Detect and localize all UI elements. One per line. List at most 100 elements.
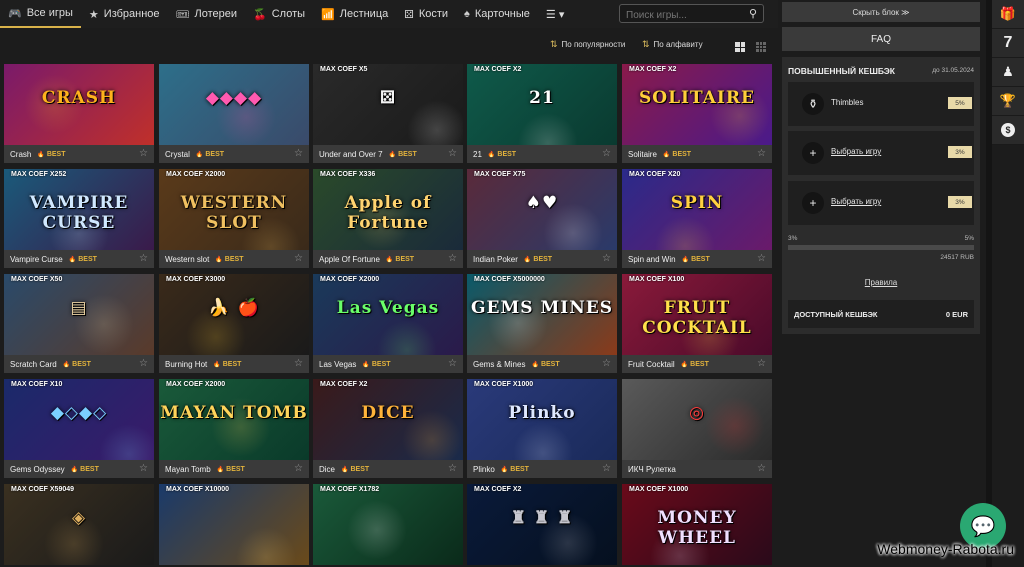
favorite-star-icon[interactable]: ☆ — [448, 148, 457, 159]
game-card[interactable]: VAMPIRE CURSE MAX COEF X252 Vampire Curse 🔥… — [4, 169, 154, 268]
search-input[interactable] — [620, 7, 738, 24]
search-box[interactable]: ⚲ — [619, 4, 764, 24]
favorite-star-icon[interactable]: ☆ — [757, 253, 766, 264]
nav-item-0[interactable]: 🎮 Все игры — [0, 0, 81, 28]
favorite-star-icon[interactable]: ☆ — [448, 358, 457, 369]
game-thumbnail[interactable]: DICE MAX COEF X2 — [313, 379, 463, 460]
favorite-star-icon[interactable]: ☆ — [294, 253, 303, 264]
game-thumbnail[interactable]: Apple of Fortune MAX COEF X336 — [313, 169, 463, 250]
favorite-star-icon[interactable]: ☆ — [602, 148, 611, 159]
game-thumbnail[interactable]: ♠♥ MAX COEF X75 — [467, 169, 617, 250]
favorite-star-icon[interactable]: ☆ — [294, 148, 303, 159]
game-card[interactable]: Apple of Fortune MAX COEF X336 Apple Of Fo… — [313, 169, 463, 268]
trophy-icon[interactable]: 🏆 — [992, 87, 1024, 116]
coin-icon[interactable]: $ — [992, 116, 1024, 145]
sort-popular[interactable]: ⇅ По популярности — [550, 39, 625, 50]
game-card[interactable]: ◆◇◆◇ MAX COEF X10 Gems Odyssey 🔥 BEST ☆ — [4, 379, 154, 478]
game-card[interactable]: ◆◆◆◆ Crystal 🔥 BEST ☆ — [159, 64, 309, 163]
favorite-star-icon[interactable]: ☆ — [602, 358, 611, 369]
rules-link[interactable]: Правила — [782, 278, 980, 287]
gift-icon[interactable]: 🎁 — [992, 0, 1024, 29]
plus-icon[interactable]: + — [802, 192, 824, 214]
cashback-game-row[interactable]: ⚱ Thimbles 5% — [788, 82, 974, 126]
game-thumbnail[interactable]: 🍌 🍎 MAX COEF X3000 — [159, 274, 309, 355]
game-thumbnail[interactable]: ◎ — [622, 379, 772, 460]
game-card[interactable]: ▤ MAX COEF X50 Scratch Card 🔥 BEST ☆ — [4, 274, 154, 373]
favorite-star-icon[interactable]: ☆ — [294, 358, 303, 369]
game-thumbnail[interactable]: ▤ MAX COEF X50 — [4, 274, 154, 355]
game-thumbnail[interactable]: ◆◇◆◇ MAX COEF X10 — [4, 379, 154, 460]
favorite-star-icon[interactable]: ☆ — [139, 253, 148, 264]
seven-icon[interactable]: 7 — [992, 29, 1024, 58]
game-thumbnail[interactable]: SOLITAIRE MAX COEF X2 — [622, 64, 772, 145]
choose-game-link[interactable]: Выбрать игру — [831, 197, 881, 206]
game-card[interactable]: MONEY WHEEL MAX COEF X1000 — [622, 484, 772, 567]
favorite-star-icon[interactable]: ☆ — [602, 463, 611, 474]
small-grid-view-icon[interactable] — [756, 42, 766, 52]
game-card[interactable]: Las Vegas MAX COEF X2000 Las Vegas 🔥 BEST ☆ — [313, 274, 463, 373]
game-card[interactable]: ♜ ♜ ♜ MAX COEF X2 — [467, 484, 617, 567]
favorite-star-icon[interactable]: ☆ — [448, 253, 457, 264]
favorite-star-icon[interactable]: ☆ — [139, 463, 148, 474]
game-card[interactable]: ♠♥ MAX COEF X75 Indian Poker 🔥 BEST ☆ — [467, 169, 617, 268]
game-thumbnail[interactable]: GEMS MINES MAX COEF X5000000 — [467, 274, 617, 355]
game-thumbnail[interactable]: ◆◆◆◆ — [159, 64, 309, 145]
thimbles-icon[interactable]: ⚱ — [802, 93, 824, 115]
cashback-game-row[interactable]: + Выбрать игру 3% — [788, 131, 974, 175]
faq-button[interactable]: FAQ — [782, 27, 980, 51]
favorite-star-icon[interactable]: ☆ — [757, 463, 766, 474]
game-card[interactable]: ⚄ MAX COEF X5 Under and Over 7 🔥 BEST ☆ — [313, 64, 463, 163]
nav-item-1[interactable]: ★ Избранное — [81, 0, 168, 28]
game-card[interactable]: SOLITAIRE MAX COEF X2 Solitaire 🔥 BEST ☆ — [622, 64, 772, 163]
search-icon[interactable]: ⚲ — [749, 7, 757, 20]
game-thumbnail[interactable]: SPIN MAX COEF X20 — [622, 169, 772, 250]
game-card[interactable]: Plinko MAX COEF X1000 Plinko 🔥 BEST ☆ — [467, 379, 617, 478]
favorite-star-icon[interactable]: ☆ — [139, 148, 148, 159]
game-card[interactable]: SPIN MAX COEF X20 Spin and Win 🔥 BEST ☆ — [622, 169, 772, 268]
chess-pawn-icon[interactable]: ♟ — [992, 58, 1024, 87]
game-thumbnail[interactable]: MONEY WHEEL MAX COEF X1000 — [622, 484, 772, 565]
game-thumbnail[interactable]: MAX COEF X10000 — [159, 484, 309, 565]
game-thumbnail[interactable]: ⚄ MAX COEF X5 — [313, 64, 463, 145]
nav-item-6[interactable]: ♠ Карточные — [456, 0, 538, 28]
favorite-star-icon[interactable]: ☆ — [294, 463, 303, 474]
game-thumbnail[interactable]: WESTERN SLOT MAX COEF X2000 — [159, 169, 309, 250]
game-card[interactable]: 21 MAX COEF X2 21 🔥 BEST ☆ — [467, 64, 617, 163]
favorite-star-icon[interactable]: ☆ — [757, 358, 766, 369]
game-card[interactable]: MAX COEF X1782 — [313, 484, 463, 567]
game-thumbnail[interactable]: 21 MAX COEF X2 — [467, 64, 617, 145]
game-thumbnail[interactable]: ◈ MAX COEF X59049 — [4, 484, 154, 565]
game-thumbnail[interactable]: MAX COEF X1782 — [313, 484, 463, 565]
game-thumbnail[interactable]: CRASH — [4, 64, 154, 145]
game-card[interactable]: CRASH Crash 🔥 BEST ☆ — [4, 64, 154, 163]
nav-item-2[interactable]: 🎟 Лотереи — [168, 0, 245, 28]
sort-alphabet[interactable]: ⇅ По алфавиту — [642, 39, 703, 50]
game-thumbnail[interactable]: Plinko MAX COEF X1000 — [467, 379, 617, 460]
more-menu-icon[interactable]: ☰ ▾ — [538, 0, 572, 28]
favorite-star-icon[interactable]: ☆ — [448, 463, 457, 474]
cashback-game-row[interactable]: + Выбрать игру 3% — [788, 181, 974, 225]
game-thumbnail[interactable]: ♜ ♜ ♜ MAX COEF X2 — [467, 484, 617, 565]
favorite-star-icon[interactable]: ☆ — [139, 358, 148, 369]
game-card[interactable]: MAX COEF X10000 — [159, 484, 309, 567]
game-card[interactable]: ◈ MAX COEF X59049 — [4, 484, 154, 567]
game-thumbnail[interactable]: Las Vegas MAX COEF X2000 — [313, 274, 463, 355]
game-card[interactable]: ◎ ИКЧ Рулетка ☆ — [622, 379, 772, 478]
nav-item-5[interactable]: ⚄ Кости — [396, 0, 456, 28]
large-grid-view-icon[interactable] — [735, 42, 745, 52]
game-card[interactable]: WESTERN SLOT MAX COEF X2000 Western slot 🔥 B… — [159, 169, 309, 268]
game-card[interactable]: FRUIT COCKTAIL MAX COEF X100 Fruit Cocktai… — [622, 274, 772, 373]
hide-block-button[interactable]: Скрыть блок ≫ — [782, 2, 980, 22]
nav-item-4[interactable]: 📶 Лестница — [313, 0, 396, 28]
favorite-star-icon[interactable]: ☆ — [602, 253, 611, 264]
game-card[interactable]: MAYAN TOMB MAX COEF X2000 Mayan Tomb 🔥 BEST ☆ — [159, 379, 309, 478]
favorite-star-icon[interactable]: ☆ — [757, 148, 766, 159]
plus-icon[interactable]: + — [802, 142, 824, 164]
game-card[interactable]: DICE MAX COEF X2 Dice 🔥 BEST ☆ — [313, 379, 463, 478]
game-thumbnail[interactable]: VAMPIRE CURSE MAX COEF X252 — [4, 169, 154, 250]
game-thumbnail[interactable]: MAYAN TOMB MAX COEF X2000 — [159, 379, 309, 460]
choose-game-link[interactable]: Выбрать игру — [831, 147, 881, 156]
game-card[interactable]: GEMS MINES MAX COEF X5000000 Gems & Mines 🔥… — [467, 274, 617, 373]
game-thumbnail[interactable]: FRUIT COCKTAIL MAX COEF X100 — [622, 274, 772, 355]
nav-item-3[interactable]: 🍒 Слоты — [245, 0, 313, 28]
